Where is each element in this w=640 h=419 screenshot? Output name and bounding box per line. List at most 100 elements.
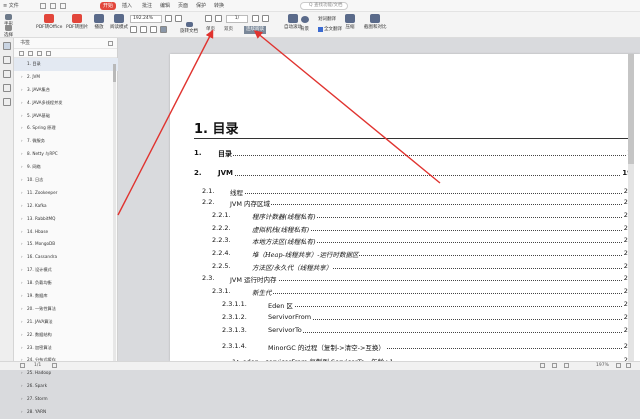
chevron-right-icon[interactable]: ›: [21, 290, 23, 303]
collapse-all-icon[interactable]: [28, 51, 33, 56]
chevron-right-icon[interactable]: ›: [21, 251, 23, 264]
chevron-right-icon[interactable]: ›: [21, 213, 23, 226]
document-scroll-thumb[interactable]: [628, 54, 634, 164]
menu-tab-comment[interactable]: 批注: [142, 2, 152, 9]
page-number-input[interactable]: 1/: [226, 15, 248, 23]
actual-size-icon[interactable]: [150, 26, 157, 33]
sidebar-item[interactable]: › 5. JAVA基础: [14, 110, 118, 123]
chevron-right-icon[interactable]: ›: [21, 148, 23, 161]
chevron-right-icon[interactable]: ›: [21, 264, 23, 277]
menu-tab-protect[interactable]: 保护: [196, 2, 206, 9]
sidebar-item[interactable]: › 22. 数据结构: [14, 329, 118, 342]
menu-tab-edit[interactable]: 编辑: [160, 2, 170, 9]
toc-row[interactable]: 2.JVM19: [170, 169, 640, 181]
sidebar-item[interactable]: › 17. 设计模式: [14, 264, 118, 277]
menu-tab-convert[interactable]: 转换: [214, 2, 224, 9]
prev-icon[interactable]: [20, 363, 25, 368]
chevron-right-icon[interactable]: ›: [21, 135, 23, 148]
chevron-right-icon[interactable]: ›: [21, 238, 23, 251]
chevron-right-icon[interactable]: ›: [21, 226, 23, 239]
fit-width-icon[interactable]: [130, 26, 137, 33]
chevron-right-icon[interactable]: ›: [21, 97, 23, 110]
sidebar-item[interactable]: › 14. Hbase: [14, 226, 118, 239]
menu-tab-insert[interactable]: 插入: [122, 2, 132, 9]
toc-row[interactable]: 2.2.2.虚拟机栈(线程私有)22: [170, 224, 640, 236]
last-page-icon[interactable]: [262, 15, 269, 22]
rotate-button[interactable]: 旋转文档: [180, 22, 198, 34]
menu-tab-page[interactable]: 页面: [178, 2, 188, 9]
screenshot-compare-button[interactable]: 截图和对比: [364, 14, 387, 30]
chevron-right-icon[interactable]: ›: [21, 406, 23, 419]
toc-row[interactable]: 2.3.1.新生代24: [170, 287, 640, 299]
chevron-right-icon[interactable]: ›: [21, 122, 23, 135]
sidebar-item[interactable]: › 26. Spark: [14, 380, 118, 393]
pdf-to-office-button[interactable]: PDF转Office: [36, 14, 62, 30]
chevron-right-icon[interactable]: ›: [21, 187, 23, 200]
prev-page-icon[interactable]: [215, 15, 222, 22]
zoom-input[interactable]: 192.24%: [130, 15, 162, 23]
sidebar-item[interactable]: › 3. JAVA集合: [14, 84, 118, 97]
sidebar-item[interactable]: › 21. JAVA算法: [14, 316, 118, 329]
compress-button[interactable]: 压缩: [345, 14, 355, 30]
menu-tab-start[interactable]: 开始: [100, 2, 117, 10]
sidebar-item[interactable]: › 7. 微服务: [14, 135, 118, 148]
read-mode-button[interactable]: 阅读模式: [110, 14, 128, 30]
zoom-in-icon[interactable]: [175, 15, 182, 22]
toc-row[interactable]: 2.2.3.本地方法区(线程私有)23: [170, 236, 640, 248]
chevron-right-icon[interactable]: ›: [21, 161, 23, 174]
double-page-button[interactable]: 双页: [222, 26, 235, 34]
single-view-icon[interactable]: [552, 363, 557, 368]
play-button[interactable]: 播放: [94, 14, 104, 30]
toc-row[interactable]: 2.3.1.2.ServivorFrom24: [170, 313, 640, 325]
view-icon[interactable]: [160, 26, 167, 33]
attachment-panel-icon[interactable]: [3, 84, 11, 92]
chevron-right-icon[interactable]: ›: [21, 277, 23, 290]
full-translate-button[interactable]: 全文翻译: [318, 26, 342, 32]
toc-row[interactable]: 2.2.JVM 内存区域21: [170, 198, 640, 210]
next-page-icon[interactable]: [252, 15, 259, 22]
sidebar-item[interactable]: › 4. JAVA多线程并发: [14, 97, 118, 110]
single-page-button[interactable]: 单页: [204, 26, 217, 34]
toc-row[interactable]: 2.3.1.1.Eden 区24: [170, 300, 640, 312]
pdf-to-image-button[interactable]: PDF转图片: [66, 14, 88, 30]
chevron-right-icon[interactable]: ›: [21, 380, 23, 393]
toc-row[interactable]: 2.2.5.方法区/永久代（线程共享）23: [170, 262, 640, 274]
chevron-right-icon[interactable]: ›: [21, 84, 23, 97]
delete-bookmark-icon[interactable]: [46, 51, 51, 56]
sidebar-item[interactable]: › 6. Spring 原理: [14, 122, 118, 135]
chevron-right-icon[interactable]: ›: [21, 329, 23, 342]
first-page-icon[interactable]: [205, 15, 212, 22]
chevron-right-icon[interactable]: ›: [21, 200, 23, 213]
undo-icon[interactable]: [60, 3, 66, 9]
sidebar-scrollbar[interactable]: [113, 64, 116, 364]
search-panel-icon[interactable]: [3, 98, 11, 106]
zoom-out-status-icon[interactable]: [616, 363, 621, 368]
sidebar-item[interactable]: › 28. YARN: [14, 406, 118, 419]
sidebar-item[interactable]: 1. 目录: [14, 58, 118, 71]
toc-row[interactable]: 2.3.1.3.ServivorTo24: [170, 326, 640, 338]
next-icon[interactable]: [52, 363, 57, 368]
continuous-read-button[interactable]: 连续阅读: [244, 26, 266, 34]
toc-row[interactable]: 2.3.1.4.MinorGC 的过程（复制->清空->互换）24: [170, 342, 640, 354]
chevron-right-icon[interactable]: ›: [21, 303, 23, 316]
toc-row[interactable]: 2.2.4.堆（Heap-线程共享）-运行时数据区23: [170, 249, 640, 261]
chevron-right-icon[interactable]: ›: [21, 110, 23, 123]
add-bookmark-icon[interactable]: [37, 51, 42, 56]
zoom-in-status-icon[interactable]: [626, 363, 631, 368]
sidebar-item[interactable]: › 16. Cassandra: [14, 251, 118, 264]
word-translate-link[interactable]: 划词翻译: [318, 16, 336, 22]
chevron-right-icon[interactable]: ›: [21, 174, 23, 187]
zoom-out-icon[interactable]: [165, 15, 172, 22]
fit-page-icon[interactable]: [140, 26, 147, 33]
save-icon[interactable]: [40, 3, 46, 9]
sidebar-item[interactable]: › 11. Zookeeper: [14, 187, 118, 200]
sidebar-item[interactable]: › 8. Netty 与RPC: [14, 148, 118, 161]
sidebar-item[interactable]: › 13. RabbitMQ: [14, 213, 118, 226]
sidebar-item[interactable]: › 27. Storm: [14, 393, 118, 406]
chevron-right-icon[interactable]: ›: [21, 342, 23, 355]
thumbnail-panel-icon[interactable]: [3, 56, 11, 64]
sidebar-item[interactable]: › 10. 日志: [14, 174, 118, 187]
sidebar-item[interactable]: › 9. 网络: [14, 161, 118, 174]
sidebar-item[interactable]: › 18. 负载均衡: [14, 277, 118, 290]
sidebar-scroll-thumb[interactable]: [113, 64, 116, 82]
